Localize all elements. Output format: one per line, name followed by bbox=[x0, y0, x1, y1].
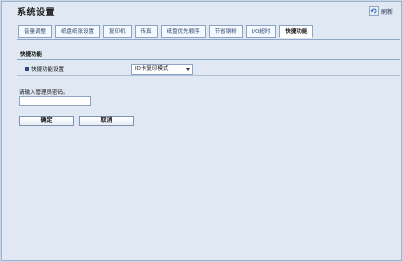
cancel-button[interactable]: 取消 bbox=[79, 116, 134, 126]
setting-label: 快捷功能设置 bbox=[31, 67, 65, 73]
section-title: 快捷功能 bbox=[17, 50, 400, 60]
tab-divider bbox=[17, 39, 400, 40]
page-title: 系统设置 bbox=[17, 8, 56, 18]
refresh-button[interactable]: 刷新 bbox=[369, 5, 393, 17]
settings-window: 系统设置 刷新 音量调整 纸盘纸张设置 复印机 传真 纸盘优先顺序 节省钢粉 I… bbox=[1, 1, 402, 261]
tab-io-timeout[interactable]: I/O超时 bbox=[245, 25, 277, 38]
refresh-icon bbox=[369, 6, 379, 16]
tab-copier[interactable]: 复印机 bbox=[103, 25, 132, 38]
refresh-label: 刷新 bbox=[380, 8, 393, 16]
chevron-down-icon bbox=[186, 68, 190, 71]
tab-volume[interactable]: 音量调整 bbox=[18, 25, 53, 38]
password-field[interactable] bbox=[19, 96, 91, 106]
tab-bar: 音量调整 纸盘纸张设置 复印机 传真 纸盘优先顺序 节省钢粉 I/O超时 快捷功… bbox=[18, 25, 314, 39]
tab-tray-paper[interactable]: 纸盘纸张设置 bbox=[55, 25, 101, 38]
shortcut-select[interactable]: ID卡复印模式 bbox=[131, 64, 193, 75]
tab-shortcut[interactable]: 快捷功能 bbox=[279, 25, 314, 38]
ok-button[interactable]: 确定 bbox=[19, 116, 74, 126]
title-bar: 系统设置 刷新 bbox=[2, 2, 401, 20]
setting-row: 快捷功能设置 ID卡复印模式 bbox=[17, 63, 400, 76]
tab-tray-priority[interactable]: 纸盘优先顺序 bbox=[160, 25, 206, 38]
tab-toner-save[interactable]: 节省钢粉 bbox=[208, 25, 243, 38]
shortcut-select-value: ID卡复印模式 bbox=[135, 66, 169, 72]
tab-fax[interactable]: 传真 bbox=[134, 25, 158, 38]
password-label: 请输入管理员密码。 bbox=[19, 90, 69, 96]
bullet-icon bbox=[25, 67, 29, 71]
